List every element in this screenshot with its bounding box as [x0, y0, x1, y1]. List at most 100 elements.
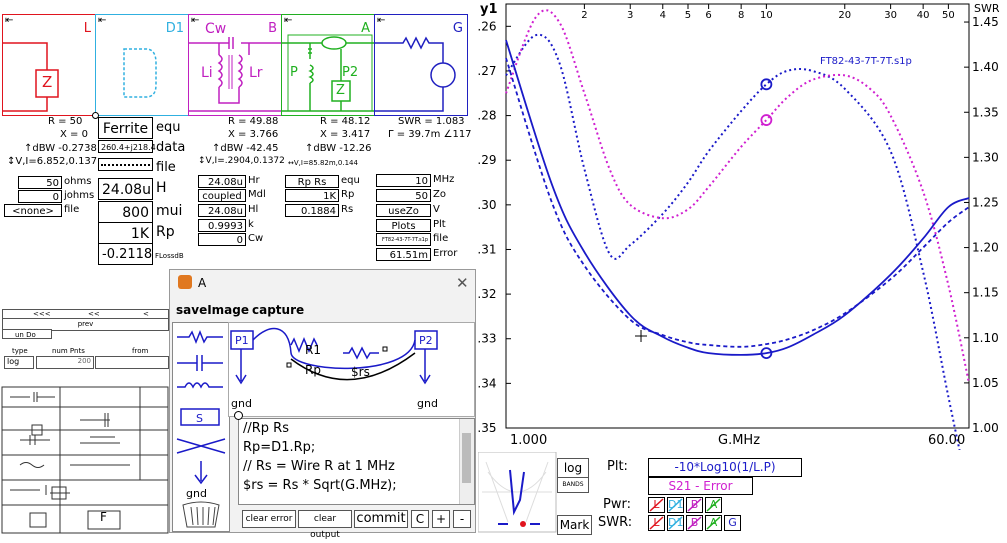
G-MHz-field[interactable]: 10	[376, 174, 431, 187]
code-editor[interactable]: //Rp Rs Rp=D1.Rp; // Rs = Wire R at 1 MH…	[238, 418, 475, 505]
result-L-dbw: ↑dBW -0.2738	[24, 143, 97, 154]
from-label: from	[132, 347, 149, 355]
B-Mdl-unit: Mdl	[248, 189, 266, 200]
type-select[interactable]: log	[4, 356, 34, 369]
mark-button[interactable]: Mark	[557, 515, 592, 535]
D1-mui-field[interactable]: 800	[98, 201, 153, 223]
swr-g-checkbox[interactable]: G	[724, 515, 741, 531]
y1-tick-label: -0.29	[478, 153, 497, 167]
rp-label: Rp	[305, 363, 321, 377]
from-field[interactable]	[95, 356, 169, 369]
B-Mdl-field[interactable]: coupled	[198, 189, 246, 202]
log-toggle[interactable]: log	[557, 458, 589, 478]
G-file-field[interactable]: FT82-43-7T-7T.s1p	[376, 233, 431, 246]
bands-button[interactable]: BANDS	[557, 477, 589, 493]
commit-button[interactable]: commit	[354, 510, 408, 528]
G-V-field[interactable]: useZo	[376, 204, 431, 217]
pwr-a-checkbox[interactable]: A	[705, 497, 722, 513]
clear-error-button[interactable]: clear error	[242, 510, 296, 528]
A-Rp-unit: Rp	[341, 189, 355, 200]
back-3-button[interactable]: <<<	[33, 310, 51, 318]
G-Plt-field[interactable]: Plots	[376, 219, 431, 232]
D1-loss-field[interactable]: -0.2118	[98, 243, 153, 265]
editor-resize-handle[interactable]	[234, 411, 243, 420]
generator-icon	[375, 36, 456, 112]
back-1-button[interactable]: <	[143, 310, 149, 318]
scrollbar-thumb[interactable]	[462, 433, 471, 483]
trash-icon[interactable]	[179, 499, 223, 529]
menu-save-image[interactable]: saveImage	[176, 303, 249, 317]
code-line-4[interactable]: $rs = Rs * Sqrt(G.MHz);	[243, 478, 397, 493]
block-A[interactable]: ⇤ A P P2 Z	[281, 14, 375, 116]
plus-button[interactable]: +	[432, 510, 450, 528]
D1-file-field[interactable]	[98, 158, 153, 171]
code-line-1[interactable]: //Rp Rs	[243, 421, 289, 436]
plot-area[interactable]: 2 3 4 5 6 8 10 20 30 40 50 -0.26 -0.27 -0.28 -0.29 -0.3…	[465, 0, 1007, 496]
G-Zo-field[interactable]: 50	[376, 189, 431, 202]
G-file-unit: file	[433, 233, 449, 244]
D1-data-field[interactable]: 260.4+j218.4	[98, 140, 156, 153]
c-button[interactable]: C	[411, 510, 429, 528]
schematic-canvas[interactable]: P1 P2 R1 Rp $rs gnd gnd	[228, 322, 475, 417]
y2-tick-label: 1.15	[972, 286, 999, 300]
D1-Rp-field[interactable]: 1K	[98, 222, 153, 244]
B-Hl-field[interactable]: 24.08u	[198, 204, 246, 217]
back-2-button[interactable]: <<	[88, 310, 100, 318]
result-A-x: X = 3.417	[320, 129, 371, 140]
dialog-titlebar[interactable]: A ✕	[170, 270, 475, 296]
plot1-expression[interactable]: -10*Log10(1/L.P)	[648, 458, 802, 477]
palette-symbols	[176, 329, 226, 454]
A-Rs-field[interactable]: 0.1884	[285, 204, 339, 217]
result-B-vi: ↕V,I=.2904,0.1372	[198, 156, 285, 166]
D1-H-field[interactable]: 24.08u	[98, 178, 153, 200]
B-Hr-field[interactable]: 24.08u	[198, 175, 246, 188]
network-icon	[282, 34, 374, 112]
block-B[interactable]: ⇤ B Cw Li Lr	[188, 14, 282, 116]
L-johms-field[interactable]: 0	[18, 190, 62, 203]
close-icon[interactable]: ✕	[456, 274, 469, 292]
code-line-2[interactable]: Rp=D1.Rp;	[243, 440, 315, 455]
pwr-l-checkbox[interactable]: L	[648, 497, 665, 513]
y1-tick-label: -0.26	[478, 19, 497, 33]
block-L[interactable]: ⇤ L Z	[2, 14, 96, 116]
palette-s-label[interactable]: S	[196, 412, 203, 425]
A-Rp-field[interactable]: 1K	[285, 189, 339, 202]
y1-tick-label: -0.27	[478, 64, 497, 78]
D1-Rp-unit: Rp	[156, 224, 175, 240]
pnts-field[interactable]: 200	[36, 356, 94, 369]
f-icon[interactable]: F	[100, 510, 107, 524]
B-Cw-field[interactable]: 0	[198, 233, 246, 246]
gnd-left-label: gnd	[231, 397, 252, 410]
code-line-3[interactable]: // Rs = Wire R at 1 MHz	[243, 459, 395, 474]
L-file-field[interactable]: <none>	[4, 204, 62, 217]
swr-d1-checkbox[interactable]: D1	[667, 515, 684, 531]
L-file-unit: file	[64, 204, 80, 215]
ground-arrow-icon[interactable]	[191, 461, 211, 487]
L-ohms-field[interactable]: 50	[18, 176, 62, 189]
code-scrollbar[interactable]	[459, 419, 474, 504]
x-tick-label: 6	[705, 10, 711, 21]
pwr-d1-checkbox[interactable]: D1	[667, 497, 684, 513]
y2-tick-label: 1.40	[972, 60, 999, 74]
component-palette: S gnd	[172, 322, 230, 532]
plot2-expression[interactable]: S21 - Error	[648, 477, 753, 495]
swr-a-checkbox[interactable]: A	[705, 515, 722, 531]
D1-material-field[interactable]: Ferrite	[98, 117, 153, 139]
block-D1[interactable]: ⇤ D1	[95, 14, 189, 116]
A-equ-field[interactable]: Rp Rs	[285, 175, 339, 188]
minus-button[interactable]: -	[453, 510, 471, 528]
B-k-field[interactable]: 0.9993	[198, 219, 246, 232]
smith-preview-icon[interactable]	[478, 452, 558, 534]
y2-tick-label: 1.30	[972, 150, 999, 164]
undo-button[interactable]: un Do	[2, 329, 52, 339]
menu-capture[interactable]: capture	[252, 303, 304, 317]
result-G-swr: SWR = 1.083	[398, 116, 465, 127]
pwr-b-checkbox[interactable]: B	[686, 497, 703, 513]
block-G[interactable]: ⇤ G	[374, 14, 468, 116]
swr-b-checkbox[interactable]: B	[686, 515, 703, 531]
swr-l-checkbox[interactable]: L	[648, 515, 665, 531]
G-Error-field[interactable]: 61.51m	[376, 248, 431, 261]
clear-output-button[interactable]: clear output	[298, 510, 352, 540]
resistor-icon	[177, 329, 223, 345]
block-editor-dialog[interactable]: A ✕ saveImage capture S gnd P1 P2 R1 Rp …	[169, 269, 476, 540]
